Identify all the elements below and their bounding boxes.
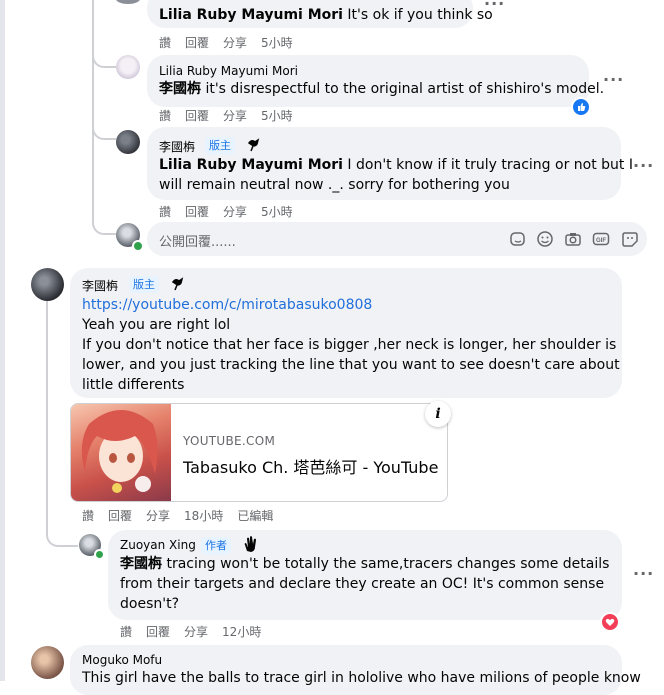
comment-text: Yeah you are right lol	[82, 317, 231, 333]
commenter-name[interactable]: Moguko Mofu	[82, 653, 162, 667]
commenter-name[interactable]: Lilia Ruby Mayumi Mori	[159, 7, 343, 23]
comment-text: Lilia Ruby Mayumi Mori I don't know if i…	[159, 155, 633, 175]
link-title[interactable]: Tabasuko Ch. 塔芭絲可 - YouTube	[183, 454, 438, 478]
comment-time[interactable]: 18小時	[184, 507, 223, 524]
mention-link[interactable]: 李國栴	[159, 81, 201, 97]
reply-button[interactable]: 回覆	[185, 203, 209, 220]
avatar[interactable]	[31, 268, 64, 301]
mention-link[interactable]: Lilia Ruby Mayumi Mori	[159, 157, 343, 173]
comment-text: 李國栴 it's disrespectful to the original a…	[159, 79, 604, 99]
svg-text:GIF: GIF	[596, 238, 606, 244]
link-preview-card[interactable]: YOUTUBE.COM Tabasuko Ch. 塔芭絲可 - YouTube	[70, 403, 448, 502]
like-button[interactable]: 讚	[159, 203, 171, 220]
wave-icon	[242, 536, 260, 554]
commenter-name[interactable]: Zuoyan Xing	[120, 538, 196, 552]
avatar[interactable]	[116, 130, 140, 154]
share-button[interactable]: 分享	[223, 203, 247, 220]
more-options-icon[interactable]: ···	[603, 70, 624, 89]
moderator-badge: 版主	[205, 137, 235, 154]
comment-time[interactable]: 5小時	[261, 34, 293, 51]
like-button[interactable]: 讚	[82, 507, 94, 524]
comment-actions: 讚回覆 分享 12小時	[120, 623, 275, 640]
author-badge: 作者	[201, 537, 231, 554]
comment-text: from their targets and declare they crea…	[120, 576, 605, 592]
reply-button[interactable]: 回覆	[185, 107, 209, 124]
thread-connector	[92, 112, 116, 140]
comment-text: little differents	[82, 377, 185, 393]
moderator-badge: 版主	[129, 276, 159, 293]
comment-body: it's disrespectful to the original artis…	[201, 81, 605, 97]
mention-link[interactable]: 李國栴	[120, 556, 162, 572]
link-thumbnail	[71, 404, 171, 501]
comment-text: Lilia Ruby Mayumi Mori It's ok if you th…	[159, 5, 493, 25]
love-reaction-icon[interactable]	[600, 612, 620, 632]
top-fan-icon	[170, 276, 186, 292]
more-options-icon[interactable]: ···	[633, 564, 654, 583]
page-left-strip	[0, 0, 5, 681]
reply-button[interactable]: 回覆	[146, 623, 170, 640]
comment-actions: 讚回覆 分享 18小時 已編輯	[82, 507, 287, 524]
reply-placeholder: 公開回覆......	[159, 235, 236, 250]
comment-text: lower, and you just tracking the line th…	[82, 357, 620, 373]
thread-connector	[46, 505, 78, 547]
online-indicator	[132, 240, 144, 252]
more-options-icon[interactable]: ···	[633, 156, 654, 175]
avatar[interactable]	[116, 0, 140, 4]
share-button[interactable]: 分享	[223, 107, 247, 124]
comment-body: tracing won't be totally the same,tracer…	[162, 556, 610, 572]
comment-time[interactable]: 12小時	[222, 623, 261, 640]
comment-actions: 讚回覆 分享 5小時	[159, 107, 307, 124]
edited-label: 已編輯	[237, 509, 274, 523]
like-button[interactable]: 讚	[120, 623, 132, 640]
like-button[interactable]: 讚	[159, 34, 171, 51]
share-button[interactable]: 分享	[184, 623, 208, 640]
comment-actions: 讚回覆 分享 5小時	[159, 34, 307, 51]
thread-line	[92, 0, 94, 222]
reply-button[interactable]: 回覆	[108, 507, 132, 524]
commenter-name[interactable]: 李國栴	[82, 277, 118, 294]
comment-text: 李國栴 tracing won't be totally the same,tr…	[120, 554, 609, 574]
comment-time[interactable]: 5小時	[261, 107, 293, 124]
comment-body: It's ok if you think so	[347, 7, 493, 23]
avatar-sticker-icon[interactable]	[621, 230, 639, 248]
comment-text: This girl have the balls to trace girl i…	[82, 670, 641, 686]
more-options-icon[interactable]: ···	[484, 0, 505, 13]
avatar[interactable]	[31, 646, 64, 679]
sticker-icon[interactable]	[509, 230, 527, 248]
reply-button[interactable]: 回覆	[185, 34, 209, 51]
gif-icon[interactable]: GIF	[592, 230, 610, 248]
thread-line	[46, 300, 48, 520]
commenter-name[interactable]: 李國栴	[159, 138, 195, 155]
comment-text: will remain neutral now ._. sorry for bo…	[159, 177, 510, 193]
like-button[interactable]: 讚	[159, 107, 171, 124]
comment-body: I don't know if it truly tracing or not …	[342, 157, 633, 173]
emoji-icon[interactable]	[536, 230, 554, 248]
thread-connector	[92, 205, 116, 235]
camera-icon[interactable]	[564, 230, 582, 248]
commenter-name[interactable]: Lilia Ruby Mayumi Mori	[159, 64, 298, 78]
online-indicator	[94, 549, 105, 560]
thread-connector	[92, 40, 116, 68]
info-icon[interactable]: i	[425, 401, 451, 427]
like-reaction-icon[interactable]	[571, 97, 591, 117]
comment-actions: 讚回覆 分享 5小時	[159, 203, 307, 220]
channel-link[interactable]: https://youtube.com/c/mirotabasuko0808	[82, 295, 372, 315]
comment-time[interactable]: 5小時	[261, 203, 293, 220]
share-button[interactable]: 分享	[223, 34, 247, 51]
share-button[interactable]: 分享	[146, 507, 170, 524]
comment-text: doesn't?	[120, 596, 180, 612]
comment-text: If you don't notice that her face is big…	[82, 337, 617, 353]
link-domain: YOUTUBE.COM	[183, 434, 276, 448]
avatar[interactable]	[116, 55, 140, 79]
top-fan-icon	[246, 137, 262, 153]
